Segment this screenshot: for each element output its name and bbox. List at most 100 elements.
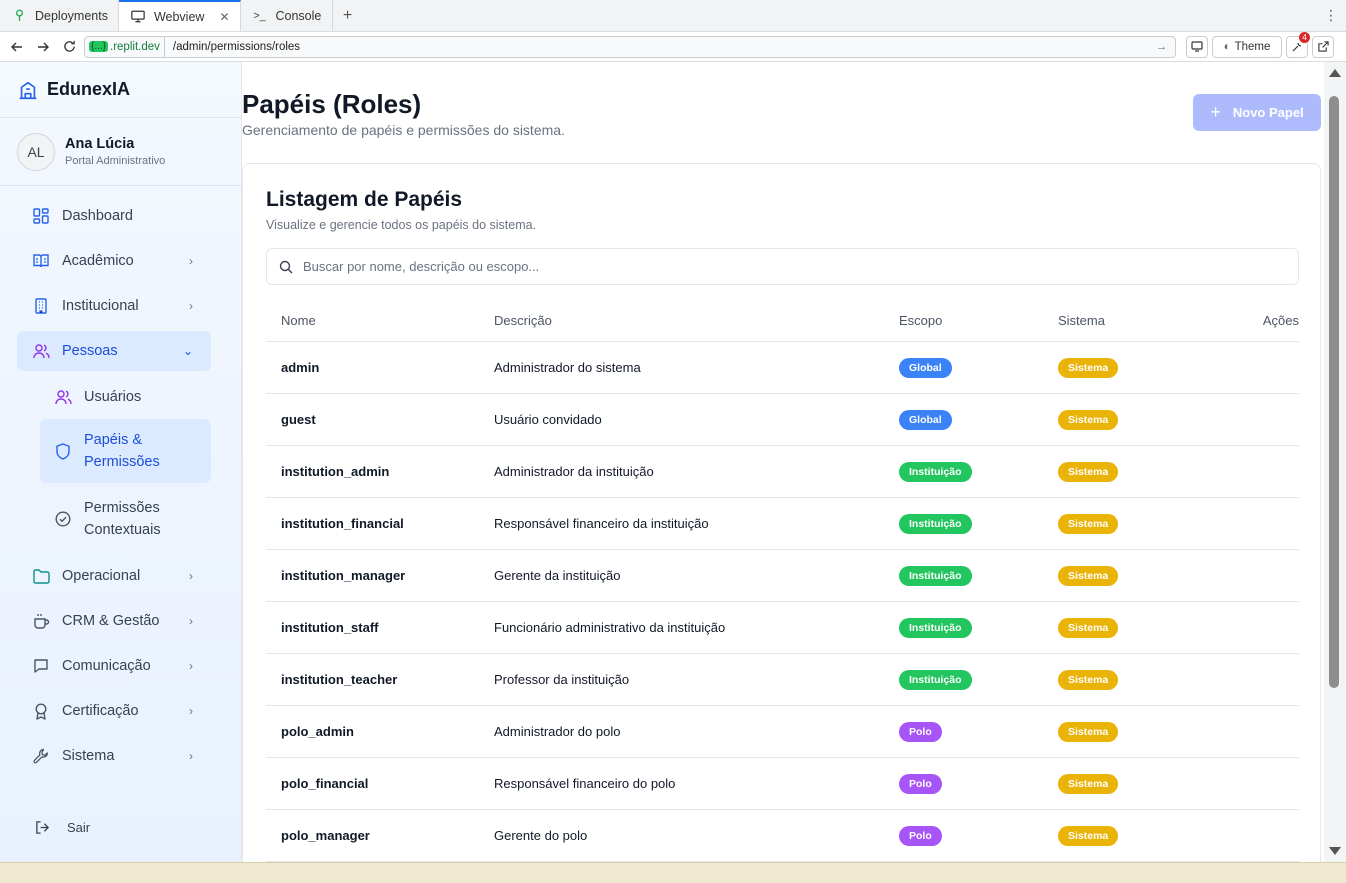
scroll-up-icon[interactable] bbox=[1329, 69, 1341, 77]
sidebar-item-label: CRM & Gestão bbox=[62, 613, 160, 629]
book-icon bbox=[32, 252, 50, 270]
coffee-icon bbox=[32, 612, 50, 630]
scope-badge: Instituição bbox=[899, 461, 972, 482]
scroll-down-icon[interactable] bbox=[1329, 847, 1341, 855]
role-description: Responsável financeiro da instituição bbox=[494, 516, 709, 531]
url-path: /admin/permissions/roles bbox=[172, 40, 301, 53]
forward-icon[interactable] bbox=[32, 36, 54, 58]
devtools-button[interactable]: 4 bbox=[1286, 31, 1310, 58]
scope-badge: Polo bbox=[899, 825, 942, 846]
column-header-sistema[interactable]: Sistema bbox=[1058, 313, 1218, 328]
table-row[interactable]: institution_financial Responsável finance… bbox=[266, 498, 1299, 550]
go-arrow-icon[interactable]: → bbox=[1156, 41, 1176, 53]
scrollbar[interactable] bbox=[1324, 62, 1346, 862]
scope-badge: Polo bbox=[899, 773, 942, 794]
reload-icon[interactable] bbox=[58, 36, 80, 58]
sidebar-item-label: Dashboard bbox=[62, 208, 133, 224]
screen-icon bbox=[1191, 41, 1203, 52]
logout-icon bbox=[33, 818, 51, 836]
sidebar-subitem-permissoes-contextuais[interactable]: Permissões Contextuais bbox=[40, 487, 211, 551]
role-description: Gerente da instituição bbox=[494, 568, 621, 583]
search-input[interactable] bbox=[303, 259, 1203, 274]
sidebar-item-institucional[interactable]: Institucional › bbox=[17, 286, 211, 326]
palette-icon: ◐ bbox=[1223, 40, 1231, 53]
sidebar-subitem-label-wrap: Permissões Contextuais bbox=[84, 497, 161, 541]
table-row[interactable]: guest Usuário convidado Global Sistema bbox=[266, 394, 1299, 446]
system-badge: Sistema bbox=[1058, 409, 1119, 430]
table-row[interactable]: institution_manager Gerente da instituiçã… bbox=[266, 550, 1299, 602]
sidebar-item-pessoas[interactable]: Pessoas ⌄ bbox=[17, 331, 211, 371]
sidebar-item-sistema[interactable]: Sistema › bbox=[17, 736, 211, 776]
sidebar-item-label: Pessoas bbox=[62, 343, 118, 359]
role-system-cell: Sistema bbox=[1058, 617, 1218, 638]
notification-badge: 4 bbox=[1299, 31, 1310, 43]
sidebar-item-academico[interactable]: Acadêmico › bbox=[17, 241, 211, 281]
sidebar-subitem-usuarios[interactable]: Usuários bbox=[40, 379, 211, 415]
building-icon bbox=[32, 297, 50, 315]
role-system-cell: Sistema bbox=[1058, 409, 1218, 430]
tab-webview[interactable]: Webview ✕ bbox=[118, 0, 241, 31]
table-row[interactable]: polo_financial Responsável financeiro do … bbox=[266, 758, 1299, 810]
logout-button[interactable]: Sair bbox=[33, 818, 90, 836]
new-tab-button[interactable]: + bbox=[333, 0, 363, 31]
new-role-button[interactable]: + Novo Papel bbox=[1193, 94, 1321, 131]
scope-badge: Instituição bbox=[899, 617, 972, 638]
sidebar-subitem-label: Permissões bbox=[84, 500, 160, 516]
devices-button[interactable] bbox=[1186, 35, 1208, 58]
user-profile[interactable]: AL Ana Lúcia Portal Administrativo bbox=[0, 118, 241, 186]
role-name: institution_admin bbox=[281, 464, 390, 479]
role-system-cell: Sistema bbox=[1058, 565, 1218, 586]
chevron-right-icon: › bbox=[189, 659, 193, 673]
table-row[interactable]: admin Administrador do sistema Global Siste… bbox=[266, 342, 1299, 394]
table-row[interactable]: institution_admin Administrador da instit… bbox=[266, 446, 1299, 498]
scope-badge: Instituição bbox=[899, 565, 972, 586]
role-scope-cell: Instituição bbox=[899, 513, 1058, 534]
sidebar-item-crm-gestao[interactable]: CRM & Gestão › bbox=[17, 601, 211, 641]
sidebar-item-label: Comunicação bbox=[62, 658, 151, 674]
column-header-nome[interactable]: Nome bbox=[266, 313, 494, 328]
role-description: Administrador do sistema bbox=[494, 360, 641, 375]
close-icon[interactable]: ✕ bbox=[219, 10, 229, 24]
scrollbar-thumb[interactable] bbox=[1329, 96, 1339, 688]
brand[interactable]: EdunexIA bbox=[0, 62, 241, 118]
column-header-escopo[interactable]: Escopo bbox=[899, 313, 1058, 328]
chevron-down-icon: ⌄ bbox=[182, 344, 193, 358]
card-title: Listagem de Papéis bbox=[266, 188, 463, 211]
column-header-descricao[interactable]: Descrição bbox=[494, 313, 899, 328]
role-system-cell: Sistema bbox=[1058, 825, 1218, 846]
tab-deployments[interactable]: Deployments bbox=[0, 0, 119, 31]
chevron-right-icon: › bbox=[189, 569, 193, 583]
main-content: Papéis (Roles) Gerenciamento de papéis e… bbox=[242, 62, 1324, 862]
table-row[interactable]: polo_manager Gerente do polo Polo Sistema bbox=[266, 810, 1299, 862]
new-role-label: Novo Papel bbox=[1232, 105, 1304, 120]
theme-button[interactable]: ◐ Theme bbox=[1212, 35, 1282, 58]
table-row[interactable]: institution_teacher Professor da institui… bbox=[266, 654, 1299, 706]
system-badge: Sistema bbox=[1058, 721, 1119, 742]
role-scope-cell: Instituição bbox=[899, 461, 1058, 482]
address-bar[interactable]: {...} .replit.dev /admin/permissions/rol… bbox=[84, 35, 1176, 58]
url-domain: {...} .replit.dev bbox=[85, 36, 165, 57]
sidebar-subitem-papeis-permissoes[interactable]: Papéis & Permissões bbox=[40, 419, 211, 483]
sidebar-item-operacional[interactable]: Operacional › bbox=[17, 556, 211, 596]
role-name: admin bbox=[281, 360, 320, 375]
back-icon[interactable] bbox=[6, 36, 28, 58]
system-badge: Sistema bbox=[1058, 669, 1119, 690]
sidebar-item-comunicacao[interactable]: Comunicação › bbox=[17, 646, 211, 686]
sidebar-item-dashboard[interactable]: Dashboard bbox=[17, 196, 211, 236]
sidebar-subitem-label: Papéis & bbox=[84, 432, 143, 448]
sidebar-item-certificacao[interactable]: Certificação › bbox=[17, 691, 211, 731]
role-name: polo_admin bbox=[281, 724, 354, 739]
more-vertical-icon[interactable]: ⋮ bbox=[1316, 0, 1346, 31]
tab-console[interactable]: >_ Console bbox=[241, 0, 333, 31]
role-description: Usuário convidado bbox=[494, 412, 602, 427]
table-row[interactable]: institution_staff Funcionário administrat… bbox=[266, 602, 1299, 654]
open-external-button[interactable] bbox=[1312, 35, 1334, 58]
table-row[interactable]: polo_admin Administrador do polo Polo Siste… bbox=[266, 706, 1299, 758]
search-icon bbox=[277, 258, 295, 276]
check-circle-icon bbox=[54, 510, 72, 528]
url-domain-prefix: {...} bbox=[89, 41, 109, 52]
dashboard-icon bbox=[32, 207, 50, 225]
tab-label: Webview bbox=[153, 9, 205, 24]
role-description: Administrador do polo bbox=[494, 724, 621, 739]
role-scope-cell: Polo bbox=[899, 825, 1058, 846]
